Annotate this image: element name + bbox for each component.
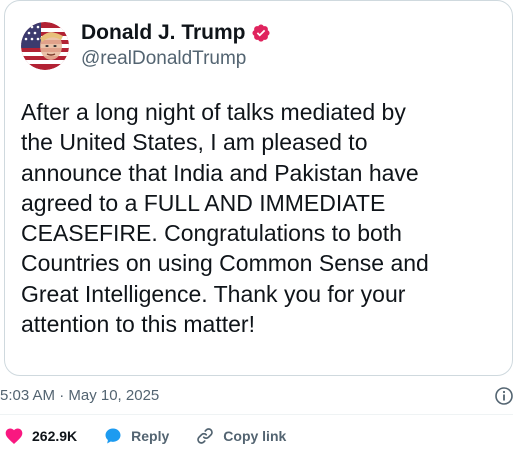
verified-badge-icon (251, 23, 271, 43)
post-embed: Donald J. Trump @realDonaldTrump After a… (0, 0, 524, 452)
like-button[interactable]: 262.9K (4, 426, 77, 446)
action-bar: 262.9K Reply Copy link (4, 426, 312, 446)
post-card[interactable]: Donald J. Trump @realDonaldTrump After a… (4, 0, 513, 376)
reply-button[interactable]: Reply (103, 426, 169, 446)
reply-label: Reply (131, 428, 170, 444)
like-count: 262.9K (32, 428, 78, 444)
link-icon (197, 428, 214, 444)
copy-link-button[interactable]: Copy link (195, 426, 286, 446)
divider (0, 414, 513, 415)
copy-link-label: Copy link (223, 428, 287, 444)
author-handle[interactable]: @realDonaldTrump (81, 47, 271, 71)
avatar-portrait (21, 22, 69, 70)
name-row: Donald J. Trump (81, 21, 271, 45)
author-text: Donald J. Trump @realDonaldTrump (81, 21, 271, 71)
post-timestamp[interactable]: 5:03 AM · May 10, 2025 (0, 386, 159, 406)
heart-icon (5, 428, 23, 444)
display-name[interactable]: Donald J. Trump (81, 21, 246, 45)
author-row[interactable]: Donald J. Trump @realDonaldTrump (21, 21, 271, 71)
info-icon[interactable] (494, 386, 514, 406)
reply-bubble-icon (105, 428, 121, 444)
avatar[interactable] (21, 22, 69, 70)
post-text: After a long night of talks mediated by … (21, 99, 429, 338)
